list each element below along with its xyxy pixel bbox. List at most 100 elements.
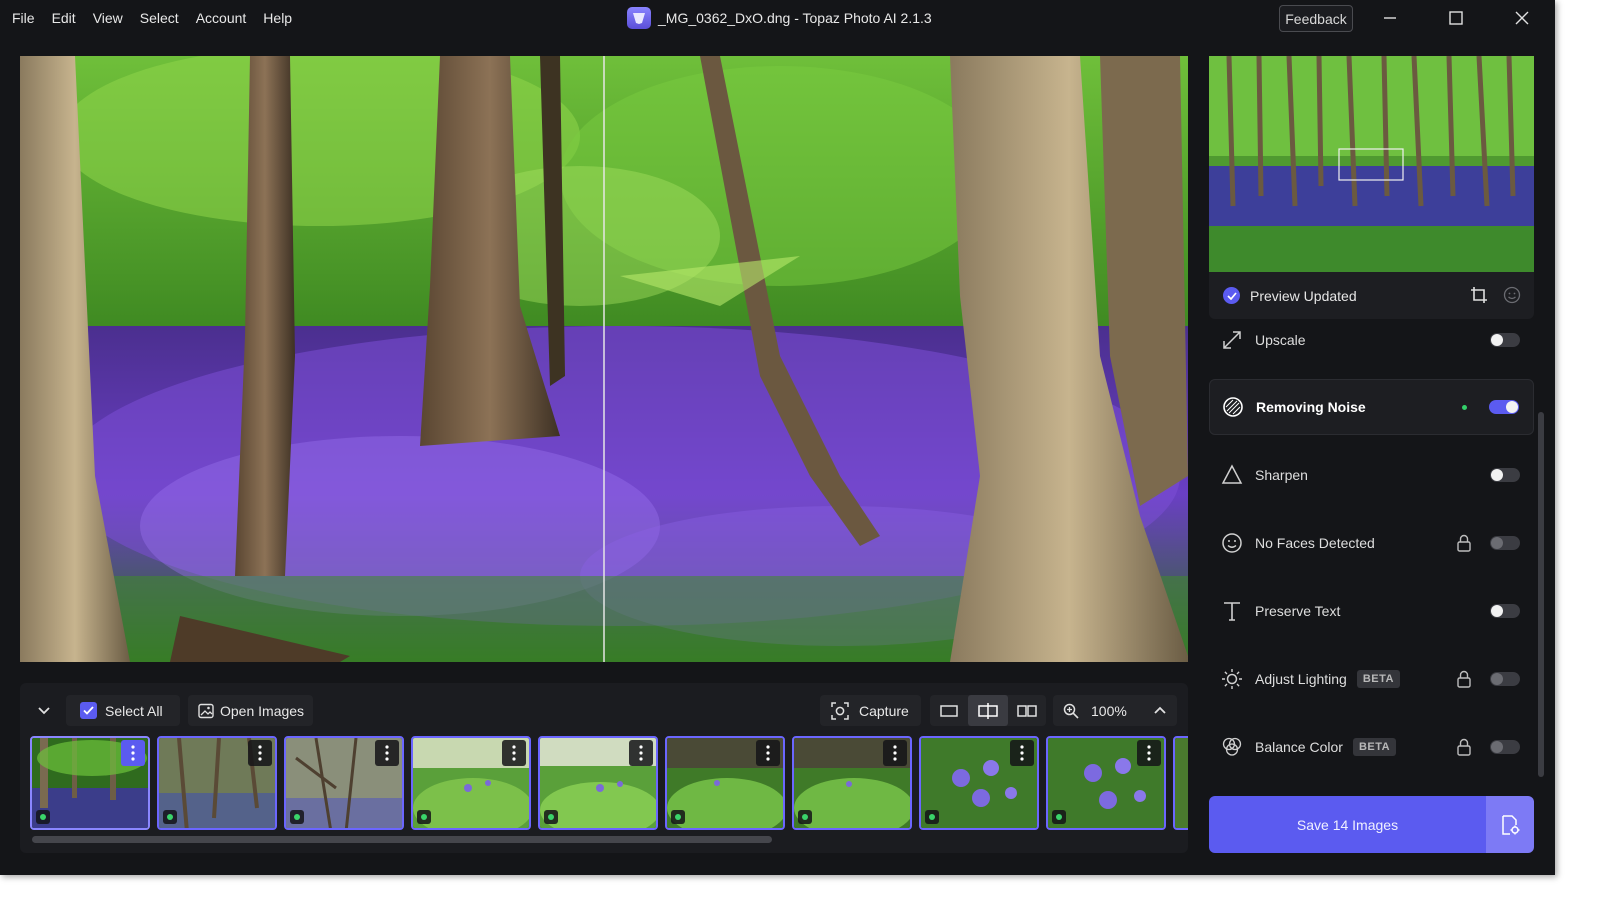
preview-status-text: Preview Updated	[1250, 287, 1357, 304]
capture-label: Capture	[859, 702, 909, 719]
feedback-button[interactable]: Feedback	[1279, 5, 1353, 32]
feature-preserve-text[interactable]: Preserve Text	[1209, 583, 1534, 639]
navigator-thumbnail	[1209, 56, 1534, 272]
beta-badge: BETA	[1356, 670, 1400, 688]
face-icon[interactable]	[1503, 286, 1521, 304]
chevron-down-icon[interactable]	[30, 695, 58, 726]
lock-icon[interactable]	[1456, 738, 1472, 756]
noise-icon	[1221, 395, 1245, 419]
thumbnail-8[interactable]	[919, 736, 1039, 830]
thumbnail-menu-icon[interactable]	[1137, 740, 1161, 766]
upscale-toggle[interactable]	[1490, 333, 1520, 347]
thumbnail-menu-icon[interactable]	[121, 740, 145, 766]
thumbnail-1[interactable]	[30, 736, 150, 830]
side-by-side-view-icon[interactable]	[1008, 695, 1046, 726]
lock-icon[interactable]	[1456, 534, 1472, 552]
single-view-icon[interactable]	[930, 695, 968, 726]
menu-help[interactable]: Help	[263, 10, 292, 26]
open-images-button[interactable]: Open Images	[188, 695, 313, 726]
window-title-text: _MG_0362_DxO.dng - Topaz Photo AI 2.1.3	[658, 10, 932, 26]
menu-file[interactable]: File	[12, 10, 35, 26]
feature-sharpen[interactable]: Sharpen	[1209, 447, 1534, 503]
upscale-arrow-icon	[1220, 328, 1244, 352]
save-images-button[interactable]: Save 14 Images	[1209, 796, 1486, 853]
face-icon	[1220, 531, 1244, 555]
thumbnail-9[interactable]	[1046, 736, 1166, 830]
export-settings-icon[interactable]	[1486, 796, 1534, 853]
image-icon	[198, 703, 214, 719]
feature-faces[interactable]: No Faces Detected	[1209, 515, 1534, 571]
menu-select[interactable]: Select	[140, 10, 179, 26]
comparison-split-handle[interactable]	[603, 56, 605, 662]
thumbnail-menu-icon[interactable]	[756, 740, 780, 766]
thumbnail-menu-icon[interactable]	[1010, 740, 1034, 766]
navigator-preview[interactable]	[1209, 56, 1534, 272]
thumbnail-5[interactable]	[538, 736, 658, 830]
maximize-icon[interactable]	[1436, 4, 1476, 32]
status-dot-icon	[544, 810, 558, 824]
thumbnail-menu-icon[interactable]	[883, 740, 907, 766]
status-dot-icon	[163, 810, 177, 824]
zoom-icon	[1063, 703, 1079, 719]
menu-account[interactable]: Account	[196, 10, 247, 26]
menu-edit[interactable]: Edit	[52, 10, 76, 26]
select-all-checkbox[interactable]	[80, 702, 97, 719]
feature-adjust-lighting[interactable]: Adjust Lighting BETA	[1209, 651, 1534, 707]
balance-color-toggle[interactable]	[1490, 740, 1520, 754]
status-dot-icon	[417, 810, 431, 824]
status-dot-icon	[798, 810, 812, 824]
feature-sharpen-label: Sharpen	[1255, 467, 1308, 483]
check-circle-icon	[1223, 287, 1240, 304]
sharpen-triangle-icon	[1220, 463, 1244, 487]
sharpen-toggle[interactable]	[1490, 468, 1520, 482]
thumbnail-6[interactable]	[665, 736, 785, 830]
thumbnail-menu-icon[interactable]	[502, 740, 526, 766]
remove-noise-toggle[interactable]	[1489, 400, 1519, 414]
zoom-control[interactable]: 100%	[1053, 695, 1177, 726]
status-dot-icon	[1052, 810, 1066, 824]
title-bar: File Edit View Select Account Help _MG_0…	[0, 0, 1555, 36]
capture-button[interactable]: Capture	[820, 695, 921, 726]
feature-upscale-label: Upscale	[1255, 332, 1306, 348]
feature-preserve-text-label: Preserve Text	[1255, 603, 1341, 619]
minimize-icon[interactable]	[1370, 4, 1410, 32]
status-dot-icon	[290, 810, 304, 824]
thumbnail-10[interactable]	[1173, 736, 1188, 830]
thumbnail-strip	[30, 736, 1188, 830]
thumbnail-2[interactable]	[157, 736, 277, 830]
beta-badge: BETA	[1352, 738, 1397, 756]
feature-balance-color-label: Balance Color	[1255, 739, 1343, 755]
lock-icon[interactable]	[1456, 670, 1472, 688]
open-images-label: Open Images	[220, 702, 305, 719]
select-all-button[interactable]: Select All	[66, 695, 180, 726]
thumbnail-7[interactable]	[792, 736, 912, 830]
thumbnail-menu-icon[interactable]	[375, 740, 399, 766]
thumbnail-4[interactable]	[411, 736, 531, 830]
panel-scrollbar[interactable]	[1538, 412, 1544, 777]
feature-balance-color[interactable]: Balance Color BETA	[1209, 719, 1534, 775]
adjust-lighting-toggle[interactable]	[1490, 672, 1520, 686]
feature-remove-noise-label: Removing Noise	[1256, 399, 1366, 415]
status-dot-icon	[671, 810, 685, 824]
menu-bar: File Edit View Select Account Help	[0, 0, 309, 36]
topaz-logo-icon	[627, 7, 651, 29]
capture-icon	[831, 701, 849, 720]
thumbnail-3[interactable]	[284, 736, 404, 830]
app-window: File Edit View Select Account Help _MG_0…	[0, 0, 1555, 875]
chevron-up-icon[interactable]	[1153, 705, 1167, 715]
thumbnail-menu-icon[interactable]	[629, 740, 653, 766]
preserve-text-toggle[interactable]	[1490, 604, 1520, 618]
close-icon[interactable]	[1502, 4, 1542, 32]
zoom-level: 100%	[1091, 702, 1127, 719]
menu-view[interactable]: View	[93, 10, 123, 26]
thumbnail-menu-icon[interactable]	[248, 740, 272, 766]
split-view-icon[interactable]	[968, 695, 1008, 726]
feature-upscale[interactable]: Upscale	[1209, 312, 1534, 368]
feature-remove-noise[interactable]: Removing Noise	[1209, 379, 1534, 435]
text-icon	[1220, 599, 1244, 623]
faces-toggle[interactable]	[1490, 536, 1520, 550]
thumbnail-scrollbar[interactable]	[32, 836, 772, 843]
crop-icon[interactable]	[1470, 286, 1488, 304]
status-dot-icon	[36, 810, 50, 824]
active-status-dot	[1462, 404, 1467, 410]
